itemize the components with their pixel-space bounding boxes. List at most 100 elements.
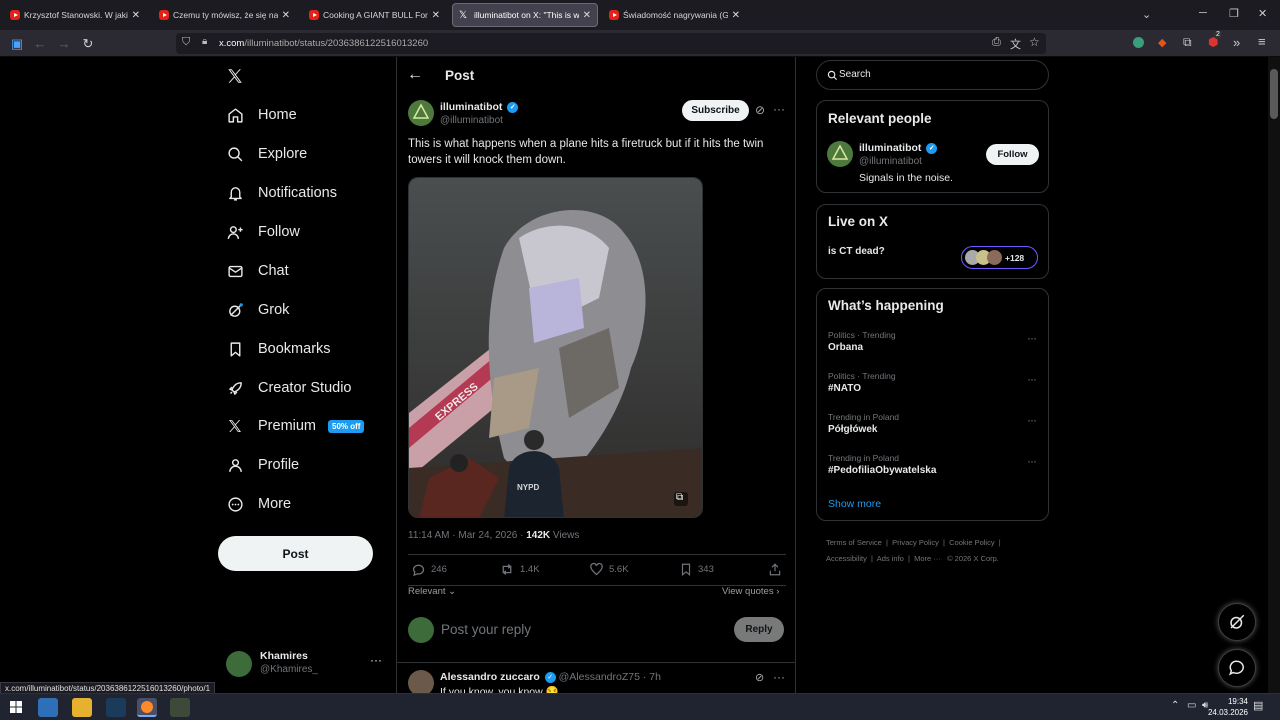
- footer-link[interactable]: Ads info: [877, 554, 904, 563]
- nav-home[interactable]: Home: [226, 100, 297, 130]
- nav-more[interactable]: More: [226, 489, 291, 519]
- tab-list-chevron-icon[interactable]: ⌄: [1142, 8, 1151, 21]
- back-arrow-icon[interactable]: ←: [32, 36, 48, 52]
- author-avatar[interactable]: [408, 100, 434, 126]
- subscribe-button[interactable]: Subscribe: [682, 100, 749, 121]
- repost-action[interactable]: 1.4K: [499, 562, 540, 577]
- show-more-link[interactable]: Show more: [828, 498, 881, 510]
- extensions-puzzle-icon[interactable]: ⧉: [1183, 35, 1192, 50]
- footer-link[interactable]: Accessibility: [826, 554, 867, 563]
- trend-item[interactable]: Politics · Trending Orbana ···: [817, 327, 1048, 365]
- back-arrow-icon[interactable]: ←: [407, 66, 423, 84]
- person-name-row[interactable]: illuminatibot ✓: [859, 142, 938, 154]
- reply-more-icon[interactable]: ···: [773, 670, 785, 684]
- author-name-row[interactable]: illuminatibot ✓: [440, 101, 519, 113]
- trend-item[interactable]: Politics · Trending #NATO ···: [817, 368, 1048, 406]
- footer-link[interactable]: More ···: [914, 554, 941, 563]
- post-more-icon[interactable]: ···: [773, 102, 785, 116]
- tab-close-icon[interactable]: ✕: [282, 10, 290, 21]
- browser-tab-5[interactable]: Świadomość nagrywania (Giełd ✕: [603, 3, 746, 27]
- minimize-icon[interactable]: ─: [1199, 7, 1207, 19]
- clock[interactable]: 19:34 24.03.2026: [1198, 696, 1248, 718]
- trend-more-icon[interactable]: ···: [1027, 454, 1037, 468]
- media-alt-icon[interactable]: ⧉: [676, 492, 683, 503]
- file-explorer-icon[interactable]: [72, 698, 92, 717]
- sort-dropdown[interactable]: Relevant ⌄: [408, 586, 456, 597]
- grok-icon[interactable]: ⊘: [755, 103, 765, 117]
- search-input[interactable]: Search: [839, 69, 871, 80]
- reader-view-icon[interactable]: ⎙: [992, 36, 1001, 49]
- nav-bookmarks[interactable]: Bookmarks: [226, 334, 331, 364]
- author-handle[interactable]: @illuminatibot: [440, 115, 503, 126]
- tab-close-icon[interactable]: ✕: [432, 10, 440, 21]
- trend-more-icon[interactable]: ···: [1027, 413, 1037, 427]
- trend-item[interactable]: Trending in Poland #PedofiliaObywatelska…: [817, 450, 1048, 488]
- browser-tab-4-active[interactable]: 𝕏 illuminatibot on X: "This is what ✕: [452, 3, 598, 27]
- post-media-image[interactable]: NYPD EXPRESS: [408, 177, 703, 518]
- page-scrollbar[interactable]: [1268, 57, 1280, 693]
- nav-explore[interactable]: Explore: [226, 139, 307, 169]
- nav-grok[interactable]: Grok: [226, 295, 289, 325]
- extension-fox-icon[interactable]: ◆: [1158, 36, 1166, 49]
- share-icon[interactable]: [768, 562, 782, 577]
- reply-input[interactable]: Post your reply: [441, 622, 531, 637]
- reply-action[interactable]: 246: [411, 562, 447, 577]
- taskbar-app-icon[interactable]: [38, 698, 58, 717]
- bookmark-action[interactable]: 343: [679, 562, 714, 577]
- reload-icon[interactable]: ↻: [80, 36, 96, 52]
- lock-icon[interactable]: 🔒︎: [202, 36, 207, 47]
- live-topic[interactable]: is CT dead?: [828, 246, 885, 257]
- reply-button[interactable]: Reply: [734, 617, 784, 642]
- steam-icon[interactable]: [106, 698, 126, 717]
- nav-follow[interactable]: Follow: [226, 217, 300, 247]
- like-action[interactable]: 5.6K: [589, 562, 629, 577]
- hamburger-menu-icon[interactable]: ≡: [1258, 34, 1266, 49]
- window-close-icon[interactable]: ✕: [1258, 7, 1267, 20]
- chat-floating-button[interactable]: [1218, 649, 1256, 687]
- windows-start-icon[interactable]: [10, 701, 22, 713]
- browser-tab-3[interactable]: Cooking A GIANT BULL For A G ✕: [303, 3, 446, 27]
- account-more-icon[interactable]: ···: [370, 653, 382, 667]
- browser-tab-1[interactable]: Krzysztof Stanowski. W jakiej sy ✕: [4, 3, 146, 27]
- nav-notifications[interactable]: Notifications: [226, 178, 337, 208]
- restore-icon[interactable]: ❐: [1229, 7, 1239, 20]
- follow-button[interactable]: Follow: [986, 144, 1039, 165]
- overflow-chevrons-icon[interactable]: »: [1233, 35, 1240, 50]
- trend-more-icon[interactable]: ···: [1027, 331, 1037, 345]
- tab-close-icon[interactable]: ✕: [732, 10, 740, 21]
- reply-author-row[interactable]: Alessandro zuccaro ✓ @AlessandroZ75 · 7h: [440, 671, 661, 683]
- network-icon[interactable]: ▭: [1187, 700, 1196, 711]
- footer-link[interactable]: Terms of Service: [826, 538, 882, 547]
- sidebar-toggle-icon[interactable]: ▣: [9, 36, 25, 52]
- footer-link[interactable]: Privacy Policy: [892, 538, 939, 547]
- tab-close-icon[interactable]: ✕: [132, 10, 140, 21]
- search-field[interactable]: Search: [816, 60, 1049, 90]
- shield-icon[interactable]: ⛉: [182, 36, 190, 49]
- tray-chevron-icon[interactable]: ⌃: [1171, 700, 1179, 711]
- scrollbar-thumb[interactable]: [1270, 69, 1278, 119]
- footer-link[interactable]: Cookie Policy: [949, 538, 994, 547]
- person-avatar[interactable]: [827, 141, 853, 167]
- post-time[interactable]: 11:14 AM · Mar 24, 2026 ·: [408, 530, 526, 541]
- extension-shield-icon[interactable]: [1133, 37, 1144, 48]
- browser-tab-2[interactable]: Czemu ty mówisz, że się na cie ✕: [153, 3, 296, 27]
- translate-icon[interactable]: 文: [1010, 36, 1021, 52]
- post-button[interactable]: Post: [218, 536, 373, 571]
- x-logo-icon[interactable]: [226, 67, 244, 85]
- url-field[interactable]: ⛉ 🔒︎ x.com/illuminatibot/status/20363861…: [176, 33, 1046, 54]
- notification-icon[interactable]: ▤: [1253, 699, 1263, 712]
- tab-close-icon[interactable]: ✕: [583, 10, 591, 21]
- view-quotes-link[interactable]: View quotes ›: [722, 586, 779, 597]
- nav-creator-studio[interactable]: Creator Studio: [226, 373, 352, 403]
- nav-chat[interactable]: Chat: [226, 256, 289, 286]
- nav-profile[interactable]: Profile: [226, 450, 299, 480]
- trend-item[interactable]: Trending in Poland Półgłówek ···: [817, 409, 1048, 447]
- grok-icon[interactable]: ⊘: [755, 671, 764, 684]
- trend-more-icon[interactable]: ···: [1027, 372, 1037, 386]
- firefox-icon[interactable]: [137, 698, 157, 717]
- grok-floating-button[interactable]: [1218, 603, 1256, 641]
- account-switcher[interactable]: Khamires @Khamires_ ···: [226, 649, 386, 685]
- bookmark-star-icon[interactable]: ☆: [1029, 35, 1040, 49]
- taskbar-app-icon[interactable]: [170, 698, 190, 717]
- forward-arrow-icon[interactable]: →: [56, 36, 72, 52]
